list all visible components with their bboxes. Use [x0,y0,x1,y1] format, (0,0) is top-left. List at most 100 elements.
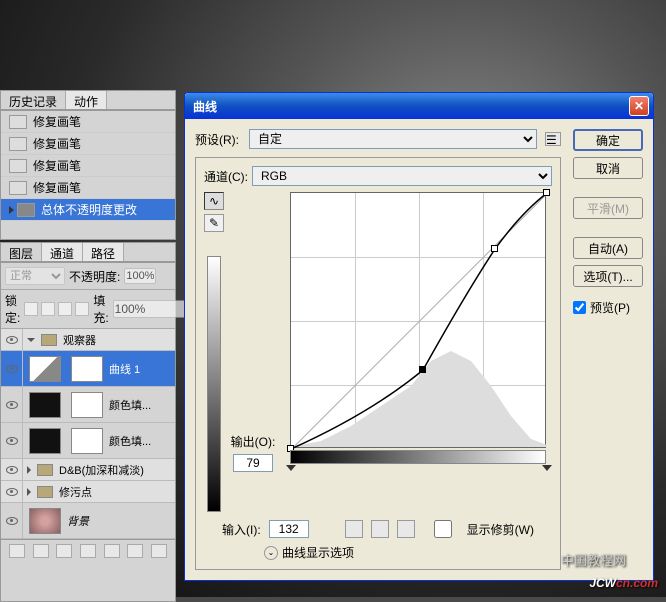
layer-background[interactable]: 背景 [1,503,175,539]
curve-point-selected[interactable] [419,366,426,373]
curve-graph[interactable] [290,192,546,448]
fx-button[interactable] [33,544,49,558]
ok-button[interactable]: 确定 [573,129,643,151]
layer-curves-selected[interactable]: 曲线 1 [1,351,175,387]
history-item-selected[interactable]: 总体不透明度更改 [1,199,175,221]
tab-layers[interactable]: 图层 [1,243,42,261]
preview-label: 预览(P) [590,299,630,316]
curve-row: ∿ ✎ 输出(O): [204,192,552,512]
layer-group-dodgeburn[interactable]: D&B(加深和减淡) [1,459,175,481]
lock-pixels-icon[interactable] [41,302,55,316]
tool-column: ∿ ✎ [204,192,224,512]
folder-icon [41,334,57,346]
color-thumb[interactable] [29,392,61,418]
eye-icon [6,437,18,445]
lock-transparent-icon[interactable] [24,302,38,316]
pencil-icon: ✎ [209,216,219,230]
layers-panel-group: 图层 通道 路径 正常 不透明度: 锁定: 填充: 观察器 [0,242,176,602]
visibility-toggle[interactable] [1,329,23,350]
adjustment-thumb[interactable] [29,356,61,382]
preview-checkbox[interactable] [573,301,586,314]
color-thumb[interactable] [29,428,61,454]
mask-button[interactable] [56,544,72,558]
curve-point-white[interactable] [543,189,550,196]
preset-row: 预设(R): 自定 ☰ [195,129,561,149]
channel-row: 通道(C): RGB [204,166,552,186]
visibility-toggle[interactable] [1,503,23,538]
history-item[interactable]: 修复画笔 [1,177,175,199]
history-item[interactable]: 修复画笔 [1,155,175,177]
lock-position-icon[interactable] [58,302,72,316]
dialog-left-panel: 预设(R): 自定 ☰ 通道(C): RGB ∿ ✎ 输出(O): [195,129,561,570]
brush-icon [9,181,27,195]
pencil-curve-tool[interactable]: ✎ [204,214,224,232]
white-eyedropper[interactable] [397,520,415,538]
collapse-arrow-icon[interactable] [27,488,31,496]
background-thumb[interactable] [29,508,61,534]
visibility-toggle[interactable] [1,481,23,502]
layer-mask-thumb[interactable] [71,428,103,454]
blend-mode-select[interactable]: 正常 [5,267,65,285]
curve-display-options-row[interactable]: ⌄ 曲线显示选项 [204,544,552,561]
layers-panel: 正常 不透明度: 锁定: 填充: 观察器 曲线 1 [0,262,176,602]
close-button[interactable]: ✕ [629,96,649,116]
trash-button[interactable] [151,544,167,558]
history-item[interactable]: 修复画笔 [1,111,175,133]
curve-icon: ∿ [209,194,219,208]
input-input[interactable] [269,520,309,538]
visibility-toggle[interactable] [1,387,23,422]
auto-button[interactable]: 自动(A) [573,237,643,259]
fill-label: 填充: [93,292,108,326]
layer-name: 观察器 [63,332,96,348]
horizontal-gradient [290,450,546,464]
show-clipping-checkbox[interactable] [423,520,463,538]
play-icon [9,206,14,214]
preset-select[interactable]: 自定 [249,129,537,149]
visibility-toggle[interactable] [1,459,23,480]
layer-mask-thumb[interactable] [71,392,103,418]
point-curve-tool[interactable]: ∿ [204,192,224,210]
history-item[interactable]: 修复画笔 [1,133,175,155]
visibility-toggle[interactable] [1,351,23,386]
layer-name: 颜色填... [109,397,151,413]
eye-icon [6,401,18,409]
tab-channels[interactable]: 通道 [42,243,83,261]
visibility-toggle[interactable] [1,423,23,458]
new-layer-button[interactable] [127,544,143,558]
curve-point[interactable] [491,245,498,252]
output-input[interactable] [233,454,273,472]
dialog-title: 曲线 [189,98,629,115]
chevron-expand-icon: ⌄ [264,546,278,560]
collapse-arrow-icon[interactable] [27,466,31,474]
gray-eyedropper[interactable] [371,520,389,538]
dialog-titlebar[interactable]: 曲线 ✕ [185,93,653,119]
preset-menu-icon[interactable]: ☰ [545,132,561,146]
options-button[interactable]: 选项(T)... [573,265,643,287]
lock-all-icon[interactable] [75,302,89,316]
tab-paths[interactable]: 路径 [83,243,124,261]
layer-mask-thumb[interactable] [71,356,103,382]
black-eyedropper[interactable] [345,520,363,538]
folder-icon [37,464,53,476]
eye-icon [6,365,18,373]
layer-colorfill-2[interactable]: 颜色填... [1,423,175,459]
black-point-marker[interactable] [286,465,296,471]
input-label: 输入(I): [222,521,261,538]
tab-actions[interactable]: 动作 [66,91,107,109]
layer-group-spotfix[interactable]: 修污点 [1,481,175,503]
layer-colorfill[interactable]: 颜色填... [1,387,175,423]
white-point-marker[interactable] [542,465,552,471]
channel-select[interactable]: RGB [252,166,552,186]
link-button[interactable] [9,544,25,558]
output-label: 输出(O): [231,433,276,450]
group-button[interactable] [104,544,120,558]
cancel-button[interactable]: 取消 [573,157,643,179]
layer-name: 背景 [67,513,89,529]
vertical-gradient [207,256,221,512]
opacity-input[interactable] [124,268,156,284]
adjustment-button[interactable] [80,544,96,558]
layer-name: 颜色填... [109,433,151,449]
expand-arrow-icon[interactable] [27,338,35,342]
tab-history[interactable]: 历史记录 [1,91,66,109]
layer-group-observer[interactable]: 观察器 [1,329,175,351]
